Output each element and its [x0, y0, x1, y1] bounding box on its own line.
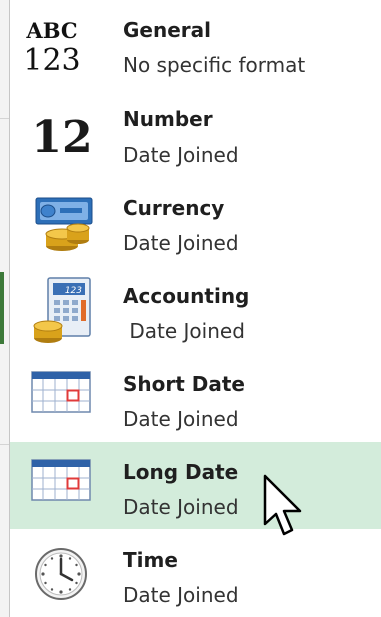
menu-item-label: Number: [123, 107, 213, 131]
clock-icon: [26, 530, 96, 617]
menu-item-label: Currency: [123, 196, 225, 220]
general-icon-abc: ABC: [26, 18, 78, 43]
spreadsheet-gridline: [0, 118, 9, 119]
menu-item-description: Date Joined: [123, 583, 239, 607]
spreadsheet-gridline: [0, 444, 9, 445]
menu-item-accounting[interactable]: 123 Accounting Date Joined: [10, 264, 381, 351]
menu-item-description: Date Joined: [123, 143, 239, 167]
menu-item-label: Short Date: [123, 372, 245, 396]
menu-item-general[interactable]: ABC 123 General No specific format: [10, 0, 381, 87]
mouse-pointer-icon: [262, 474, 310, 540]
menu-item-number[interactable]: 12 Number Date Joined: [10, 88, 381, 175]
currency-icon: [26, 176, 96, 263]
menu-item-description: Date Joined: [123, 407, 239, 431]
menu-item-label: General: [123, 18, 211, 42]
menu-item-label: Accounting: [123, 284, 250, 308]
calendar-icon: [26, 442, 96, 529]
menu-item-short-date[interactable]: Short Date Date Joined: [10, 352, 381, 439]
calendar-icon: [26, 352, 96, 439]
menu-item-description: Date Joined: [123, 495, 239, 519]
general-icon-123: 123: [26, 43, 81, 78]
menu-item-long-date[interactable]: Long Date Date Joined: [10, 442, 381, 529]
format-menu: ABC 123 General No specific format 12 Nu…: [10, 0, 381, 617]
abc-123-icon: ABC 123: [26, 0, 96, 87]
menu-item-description: Date Joined: [123, 231, 239, 255]
number-format-dropdown: ABC 123 General No specific format 12 Nu…: [0, 0, 381, 617]
menu-item-label: Time: [123, 548, 178, 572]
accounting-icon-123: 123: [65, 286, 82, 296]
menu-item-label: Long Date: [123, 460, 239, 484]
menu-item-description: Date Joined: [123, 319, 245, 343]
number-icon-12: 12: [31, 112, 92, 163]
number-12-icon: 12: [26, 88, 96, 175]
menu-item-time[interactable]: Time Date Joined: [10, 530, 381, 617]
accounting-icon: 123: [26, 264, 96, 351]
spreadsheet-selection-edge: [0, 272, 4, 344]
menu-item-currency[interactable]: Currency Date Joined: [10, 176, 381, 263]
menu-item-description: No specific format: [123, 53, 306, 77]
